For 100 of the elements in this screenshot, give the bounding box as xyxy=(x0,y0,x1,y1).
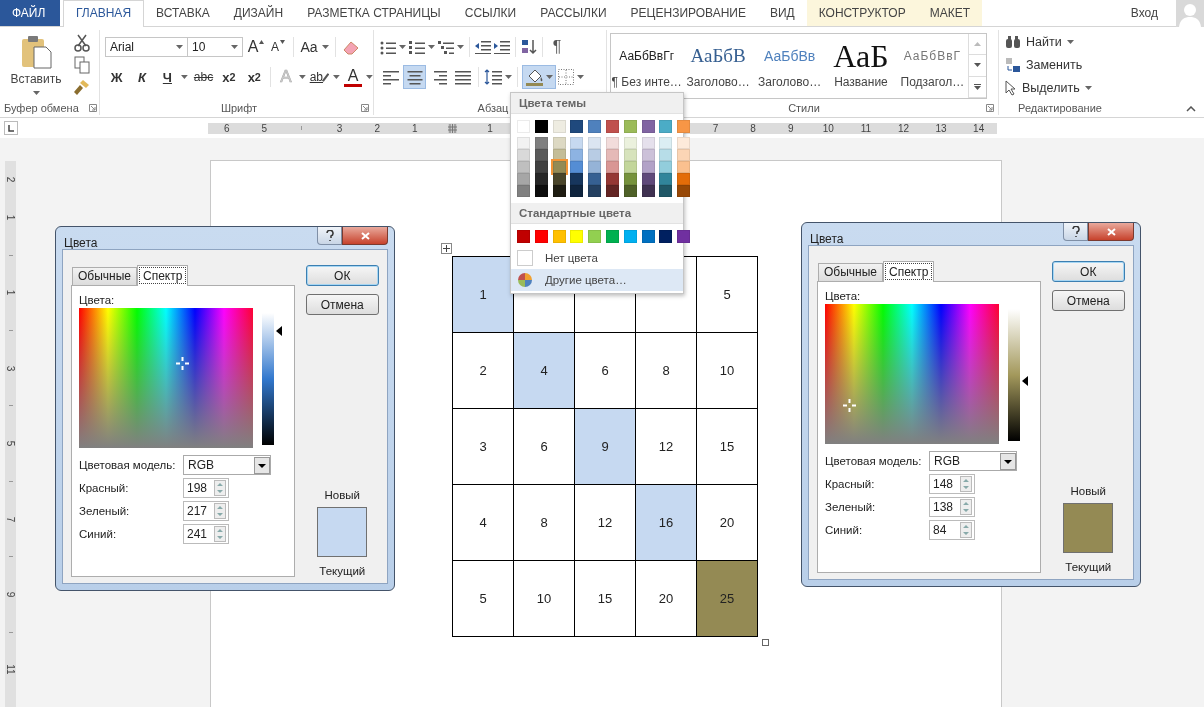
ok-button[interactable]: ОК xyxy=(305,265,379,286)
close-button[interactable] xyxy=(1088,223,1134,241)
color-swatch[interactable] xyxy=(552,230,566,243)
format-button[interactable]: К xyxy=(132,66,152,88)
color-swatch[interactable] xyxy=(534,137,548,149)
color-swatch[interactable] xyxy=(588,161,602,173)
color-swatch[interactable] xyxy=(641,185,655,197)
color-swatch[interactable] xyxy=(588,185,602,197)
ribbon-tab[interactable]: РАССЫЛКИ xyxy=(528,0,619,26)
color-swatch[interactable] xyxy=(641,161,655,173)
color-swatch[interactable] xyxy=(641,120,655,133)
color-swatch[interactable] xyxy=(659,230,673,243)
color-swatch[interactable] xyxy=(641,173,655,185)
color-swatch[interactable] xyxy=(606,185,619,197)
color-swatch[interactable] xyxy=(641,149,655,161)
grow-font-button[interactable]: A xyxy=(247,36,265,58)
ribbon-tab[interactable]: РЕЦЕНЗИРОВАНИЕ xyxy=(618,0,758,26)
color-spectrum[interactable] xyxy=(825,304,999,444)
color-swatch[interactable] xyxy=(588,230,602,243)
color-swatch[interactable] xyxy=(552,137,566,149)
color-swatch[interactable] xyxy=(606,173,619,185)
help-button[interactable] xyxy=(317,227,342,245)
color-swatch[interactable] xyxy=(641,137,655,149)
color-swatch[interactable] xyxy=(517,173,530,185)
ribbon-tab[interactable]: МАКЕТ xyxy=(917,0,982,26)
ok-button[interactable]: ОК xyxy=(1051,261,1125,282)
caret-icon[interactable] xyxy=(298,75,306,79)
color-swatch[interactable] xyxy=(606,230,619,243)
ribbon-tab[interactable]: КОНСТРУКТОР xyxy=(806,0,918,26)
color-swatch[interactable] xyxy=(606,137,619,149)
color-swatch[interactable] xyxy=(534,185,548,197)
copy-icon[interactable] xyxy=(74,56,90,74)
color-swatch[interactable] xyxy=(552,120,566,133)
style-sample[interactable]: АаБ xyxy=(833,38,889,74)
style-sample[interactable]: АаБбВвГ xyxy=(903,38,962,74)
help-button[interactable] xyxy=(1063,223,1088,241)
color-swatch[interactable] xyxy=(677,230,691,243)
color-swatch[interactable] xyxy=(534,161,548,173)
ribbon-tab[interactable]: ДИЗАЙН xyxy=(221,0,296,26)
caret-icon[interactable] xyxy=(231,45,238,49)
color-swatch[interactable] xyxy=(641,230,655,243)
color-spectrum[interactable] xyxy=(79,308,253,448)
color-swatch[interactable] xyxy=(677,161,691,173)
caret-icon[interactable] xyxy=(505,75,512,79)
decrease-indent-icon[interactable] xyxy=(475,40,491,54)
caret-icon[interactable] xyxy=(545,75,553,79)
color-swatch[interactable] xyxy=(677,173,691,185)
dialog-tab[interactable]: Спектр xyxy=(883,261,935,282)
color-swatch[interactable] xyxy=(517,137,530,149)
color-swatch[interactable] xyxy=(552,161,566,173)
dialog-tab[interactable]: Обычные xyxy=(72,267,137,285)
color-swatch[interactable] xyxy=(570,230,584,243)
slider-thumb[interactable] xyxy=(276,326,282,337)
scissors-icon[interactable] xyxy=(74,34,90,52)
caret-icon[interactable] xyxy=(176,45,183,49)
number-field[interactable]: 138 xyxy=(929,497,975,517)
tab-selector-icon[interactable] xyxy=(4,121,18,135)
color-swatch[interactable] xyxy=(677,120,691,133)
caret-icon[interactable] xyxy=(181,75,188,79)
column-marker-icon[interactable] xyxy=(447,123,457,133)
caret-icon[interactable] xyxy=(457,45,464,49)
style-name[interactable]: Подзагол… xyxy=(900,75,965,89)
number-field[interactable]: 84 xyxy=(929,520,975,540)
color-swatch[interactable] xyxy=(517,230,530,243)
color-swatch[interactable] xyxy=(570,161,584,173)
caret-icon[interactable] xyxy=(1084,85,1092,90)
color-model-dropdown[interactable]: RGB xyxy=(183,455,271,475)
color-swatch[interactable] xyxy=(570,137,584,149)
color-swatch[interactable] xyxy=(534,149,548,161)
color-swatch[interactable] xyxy=(623,137,637,149)
dialog-tab[interactable]: Обычные xyxy=(818,263,883,281)
color-swatch[interactable] xyxy=(588,173,602,185)
color-swatch[interactable] xyxy=(659,137,673,149)
number-field[interactable]: 148 xyxy=(929,474,975,494)
color-swatch[interactable] xyxy=(570,149,584,161)
color-swatch[interactable] xyxy=(534,120,548,133)
color-model-dropdown[interactable]: RGB xyxy=(929,451,1017,471)
color-swatch[interactable] xyxy=(570,185,584,197)
color-swatch[interactable] xyxy=(517,161,530,173)
dialog-launcher-icon[interactable] xyxy=(361,104,369,112)
color-swatch[interactable] xyxy=(517,149,530,161)
select-button[interactable]: Выделить xyxy=(1005,77,1115,98)
collapse-ribbon-icon[interactable] xyxy=(1186,106,1196,112)
color-swatch[interactable] xyxy=(606,161,619,173)
color-swatch[interactable] xyxy=(659,120,673,133)
ribbon-tab[interactable]: ССЫЛКИ xyxy=(452,0,529,26)
caret-icon[interactable] xyxy=(322,45,329,49)
ribbon-tab[interactable]: ФАЙЛ xyxy=(0,0,60,26)
font-color-button[interactable]: A xyxy=(344,67,363,87)
format-button[interactable]: Ч xyxy=(157,66,178,88)
brush-icon[interactable] xyxy=(74,78,90,96)
align-button[interactable] xyxy=(404,66,425,88)
caret-icon[interactable] xyxy=(32,91,40,95)
color-swatch[interactable] xyxy=(552,185,566,197)
sign-in-link[interactable]: Вход xyxy=(1130,6,1158,20)
highlight-button[interactable]: ab xyxy=(309,66,330,88)
number-field[interactable]: 198 xyxy=(183,478,229,498)
change-case-button[interactable]: Aa xyxy=(300,36,318,58)
color-swatch[interactable] xyxy=(623,161,637,173)
line-spacing-icon[interactable] xyxy=(484,69,502,85)
